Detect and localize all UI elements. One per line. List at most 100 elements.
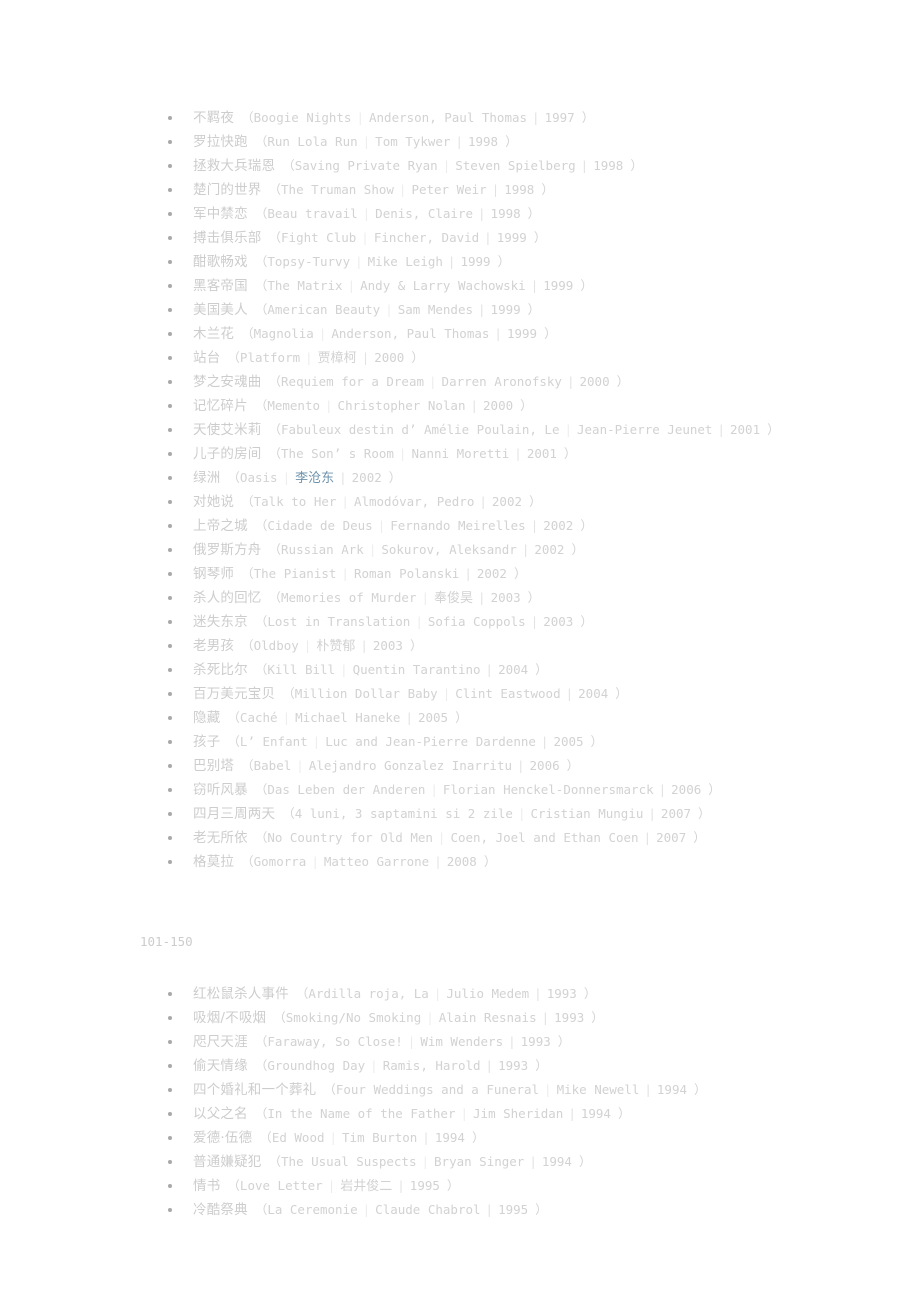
film-title-chinese: 老无所依	[193, 830, 248, 846]
director-name: Coen, Joel and Ethan Coen	[450, 830, 639, 845]
open-paren: （	[227, 710, 240, 725]
field-separator: |	[303, 638, 312, 653]
field-separator: |	[517, 806, 526, 821]
open-paren: （	[254, 254, 268, 269]
film-list-item: 红松鼠杀人事件 （Ardilla roja, La | Julio Medem | 199…	[0, 982, 920, 1006]
open-paren: （	[295, 986, 309, 1001]
close-paren: ）	[563, 446, 577, 461]
film-year: 2008	[446, 854, 477, 869]
film-year: 2006	[529, 758, 560, 773]
film-title-original: The Usual Suspects	[281, 1154, 417, 1169]
field-separator: |	[398, 182, 407, 197]
field-separator: |	[648, 806, 656, 821]
film-year: 2005	[553, 734, 584, 749]
film-list-item: 情书 （Love Letter | 岩井俊二 | 1995 ）	[0, 1174, 920, 1198]
film-list-item: 巴别塔 （Babel | Alejandro Gonzalez Inarritu | 20…	[0, 754, 920, 778]
close-paren: ）	[471, 1130, 485, 1145]
film-year: 1998	[467, 134, 499, 149]
film-title-original: Memories of Murder	[281, 590, 417, 605]
open-paren: （	[254, 278, 268, 293]
film-list-item: 普通嫌疑犯 （The Usual Suspects | Bryan Singer | 19…	[0, 1150, 920, 1174]
close-paren: ）	[535, 662, 548, 677]
director-name: Peter Weir	[411, 182, 487, 197]
field-separator: |	[529, 1154, 537, 1169]
film-title-chinese: 酣歌畅戏	[193, 254, 248, 270]
film-year: 2007	[660, 806, 692, 821]
film-year: 2002	[351, 470, 382, 485]
field-separator: |	[341, 566, 349, 581]
close-paren: ）	[535, 1202, 548, 1217]
film-title-chinese: 红松鼠杀人事件	[193, 986, 289, 1002]
film-year: 1999	[543, 278, 574, 293]
film-year: 1998	[490, 206, 521, 221]
field-separator: |	[442, 686, 451, 701]
field-separator: |	[464, 566, 472, 581]
director-name: Wim Wenders	[420, 1034, 504, 1049]
field-separator: |	[485, 1202, 494, 1217]
film-year: 1993	[498, 1058, 529, 1073]
director-name: Denis, Claire	[375, 206, 474, 221]
field-separator: |	[362, 206, 371, 221]
film-year: 1995	[498, 1202, 529, 1217]
film-title-chinese: 军中禁恋	[193, 206, 248, 222]
film-list-item: 冷酷祭典 （La Ceremonie | Claude Chabrol | 1995 ）	[0, 1198, 920, 1222]
director-link[interactable]: 李沧东	[295, 471, 334, 486]
film-title-chinese: 儿子的房间	[193, 446, 262, 462]
director-name: Christopher Nolan	[337, 398, 466, 413]
film-title-original: Oldboy	[253, 638, 299, 653]
film-year: 2004	[498, 662, 529, 677]
film-title-chinese: 杀死比尔	[193, 662, 248, 678]
field-separator: |	[442, 158, 451, 173]
field-separator: |	[415, 614, 423, 629]
film-title-original: Ed Wood	[271, 1130, 325, 1145]
open-paren: （	[268, 590, 282, 605]
film-title-original: Million Dollar Baby	[294, 686, 438, 701]
field-separator: |	[311, 854, 319, 869]
director-name: Darren Aronofsky	[441, 374, 562, 389]
open-paren: （	[254, 134, 268, 149]
film-year: 1999	[460, 254, 491, 269]
film-title-chinese: 俄罗斯方舟	[193, 542, 262, 558]
close-paren: ）	[591, 1010, 604, 1025]
field-separator: |	[421, 590, 430, 605]
field-separator: |	[329, 1130, 338, 1145]
open-paren: （	[241, 566, 254, 581]
field-separator: |	[484, 230, 492, 245]
director-name: Tim Burton	[342, 1130, 418, 1145]
open-paren: （	[282, 806, 295, 821]
film-year: 1998	[593, 158, 624, 173]
open-paren: （	[254, 1034, 268, 1049]
field-separator: |	[485, 1058, 494, 1073]
film-year: 1994	[541, 1154, 572, 1169]
close-paren: ）	[557, 1034, 571, 1049]
film-year: 1994	[580, 1106, 611, 1121]
field-separator: |	[341, 494, 349, 509]
field-separator: |	[361, 350, 370, 365]
film-year: 1999	[490, 302, 521, 317]
field-separator: |	[478, 206, 486, 221]
director-name: Ramis, Harold	[382, 1058, 481, 1073]
field-separator: |	[305, 350, 313, 365]
film-year: 1994	[434, 1130, 465, 1145]
director-name: Matteo Garrone	[323, 854, 430, 869]
close-paren: ）	[616, 374, 630, 389]
field-separator: |	[377, 518, 386, 533]
close-paren: ）	[617, 1106, 631, 1121]
director-name: Roman Polanski	[353, 566, 460, 581]
film-title-chinese: 老男孩	[193, 638, 235, 654]
film-title-original: Topsy-Turvy	[267, 254, 351, 269]
film-year: 1999	[496, 230, 527, 245]
director-name: Fincher, David	[373, 230, 480, 245]
film-title-chinese: 冷酷祭典	[193, 1202, 248, 1218]
film-title-original: Run Lola Run	[267, 134, 358, 149]
film-list-item: 四个婚礼和一个葬礼 （Four Weddings and a Funeral | Mi…	[0, 1078, 920, 1102]
open-paren: （	[323, 1082, 336, 1097]
field-separator: |	[478, 302, 486, 317]
open-paren: （	[268, 374, 282, 389]
close-paren: ）	[580, 518, 593, 533]
film-year: 1995	[409, 1178, 440, 1193]
director-name: Sokurov, Aleksandr	[381, 542, 517, 557]
close-paren: ）	[455, 710, 468, 725]
film-list-item: 老无所依 （No Country for Old Men | Coen, Joel a…	[0, 826, 920, 850]
open-paren: （	[254, 1106, 268, 1121]
